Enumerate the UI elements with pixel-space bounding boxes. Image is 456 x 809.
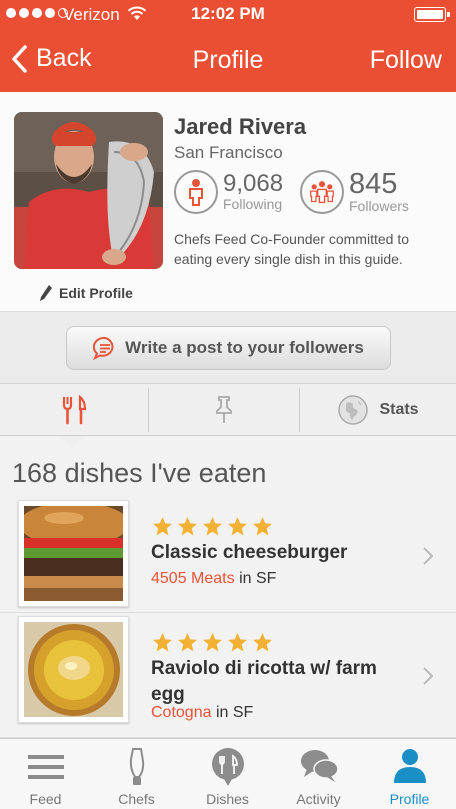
tabbar-label: Chefs bbox=[118, 791, 155, 807]
star-icon bbox=[253, 633, 272, 652]
profile-card: Jared Rivera San Francisco 9,068 Followi… bbox=[0, 92, 456, 312]
post-area: Write a post to your followers bbox=[0, 312, 456, 384]
followers-count: 845 bbox=[349, 168, 398, 200]
tabbar-item-chefs[interactable]: Chefs bbox=[91, 739, 182, 809]
top-bar: Verizon 12:02 PM Back Profile Follow bbox=[0, 0, 456, 92]
status-bar: Verizon 12:02 PM bbox=[0, 0, 456, 30]
followers-stat[interactable]: 845 Followers bbox=[300, 170, 409, 214]
following-stat[interactable]: 9,068 Following bbox=[174, 170, 283, 214]
profile-photo[interactable] bbox=[14, 112, 163, 269]
following-label: Following bbox=[223, 196, 283, 212]
profile-bio: Chefs Feed Co-Founder committed to eatin… bbox=[174, 231, 409, 267]
tab-saved[interactable] bbox=[149, 384, 299, 436]
tabbar-label: Activity bbox=[296, 791, 341, 807]
tab-pointer bbox=[60, 436, 84, 448]
tabbar-label: Profile bbox=[389, 791, 430, 807]
star-icon bbox=[228, 517, 247, 536]
tab-stats[interactable]: Stats bbox=[300, 384, 456, 436]
dish-location: in SF bbox=[239, 570, 277, 587]
chevron-right-icon bbox=[423, 667, 434, 685]
chef-knife-icon bbox=[129, 748, 144, 785]
person-icon bbox=[393, 749, 426, 783]
dishes-heading-text: dishes I've eaten bbox=[64, 458, 267, 488]
star-icon bbox=[253, 517, 272, 536]
clock: 12:02 PM bbox=[191, 4, 265, 23]
tabbar-item-feed[interactable]: Feed bbox=[0, 739, 91, 809]
tabbar-label: Dishes bbox=[206, 791, 249, 807]
write-post-button[interactable]: Write a post to your followers bbox=[66, 326, 391, 370]
dish-place: Cotogna in SF bbox=[151, 704, 253, 722]
star-icon bbox=[203, 633, 222, 652]
tabbar-item-activity[interactable]: Activity bbox=[273, 739, 364, 809]
dish-place: 4505 Meats in SF bbox=[151, 570, 276, 588]
star-icon bbox=[228, 633, 247, 652]
profile-tabs: Stats bbox=[0, 384, 456, 436]
chevron-right-icon bbox=[423, 547, 434, 565]
nav-bar: Back Profile Follow bbox=[0, 40, 456, 82]
dishes-heading: 168 dishes I've eaten bbox=[12, 458, 266, 489]
star-icon bbox=[178, 517, 197, 536]
speech-bubble-icon bbox=[93, 336, 114, 360]
tab-dishes[interactable] bbox=[0, 384, 148, 436]
list-icon bbox=[27, 755, 64, 779]
dish-name: Classic cheeseburger bbox=[151, 542, 348, 563]
restaurant-link[interactable]: Cotogna bbox=[151, 704, 212, 721]
dish-location: in SF bbox=[215, 704, 254, 721]
list-item[interactable]: Classic cheeseburger 4505 Meats in SF bbox=[0, 498, 456, 613]
follow-button[interactable]: Follow bbox=[370, 46, 442, 75]
following-icon bbox=[174, 170, 218, 214]
pushpin-icon bbox=[216, 396, 232, 423]
battery-icon bbox=[414, 7, 450, 22]
fork-knife-icon bbox=[62, 395, 87, 425]
star-rating bbox=[152, 516, 273, 537]
star-icon bbox=[153, 633, 172, 652]
write-post-label: Write a post to your followers bbox=[125, 338, 364, 357]
profile-name: Jared Rivera bbox=[174, 114, 307, 139]
tabbar-label: Feed bbox=[29, 791, 62, 807]
pencil-icon bbox=[40, 285, 52, 301]
bottom-tab-bar: Feed Chefs Dishes Activity Profile bbox=[0, 738, 456, 809]
followers-icon bbox=[300, 170, 344, 214]
profile-city: San Francisco bbox=[174, 143, 283, 162]
tab-stats-label: Stats bbox=[379, 401, 419, 418]
dish-thumbnail bbox=[18, 616, 129, 723]
plate-icon bbox=[211, 748, 244, 786]
dishes-count: 168 bbox=[12, 458, 58, 488]
restaurant-link[interactable]: 4505 Meats bbox=[151, 570, 235, 587]
star-icon bbox=[153, 517, 172, 536]
followers-label: Followers bbox=[349, 198, 409, 214]
edit-profile-label: Edit Profile bbox=[59, 285, 133, 301]
dish-name: Raviolo di ricotta w/ farm egg bbox=[151, 658, 377, 705]
list-item[interactable]: Raviolo di ricotta w/ farm egg Cotogna i… bbox=[0, 614, 456, 738]
tabbar-item-dishes[interactable]: Dishes bbox=[182, 739, 273, 809]
star-icon bbox=[178, 633, 197, 652]
chat-bubbles-icon bbox=[300, 750, 339, 782]
star-icon bbox=[203, 517, 222, 536]
edit-profile-button[interactable]: Edit Profile bbox=[39, 284, 133, 302]
tabbar-item-profile[interactable]: Profile bbox=[364, 739, 455, 809]
globe-icon bbox=[338, 395, 369, 425]
dish-thumbnail bbox=[18, 500, 129, 607]
star-rating bbox=[152, 632, 273, 653]
following-count: 9,068 bbox=[223, 170, 284, 197]
